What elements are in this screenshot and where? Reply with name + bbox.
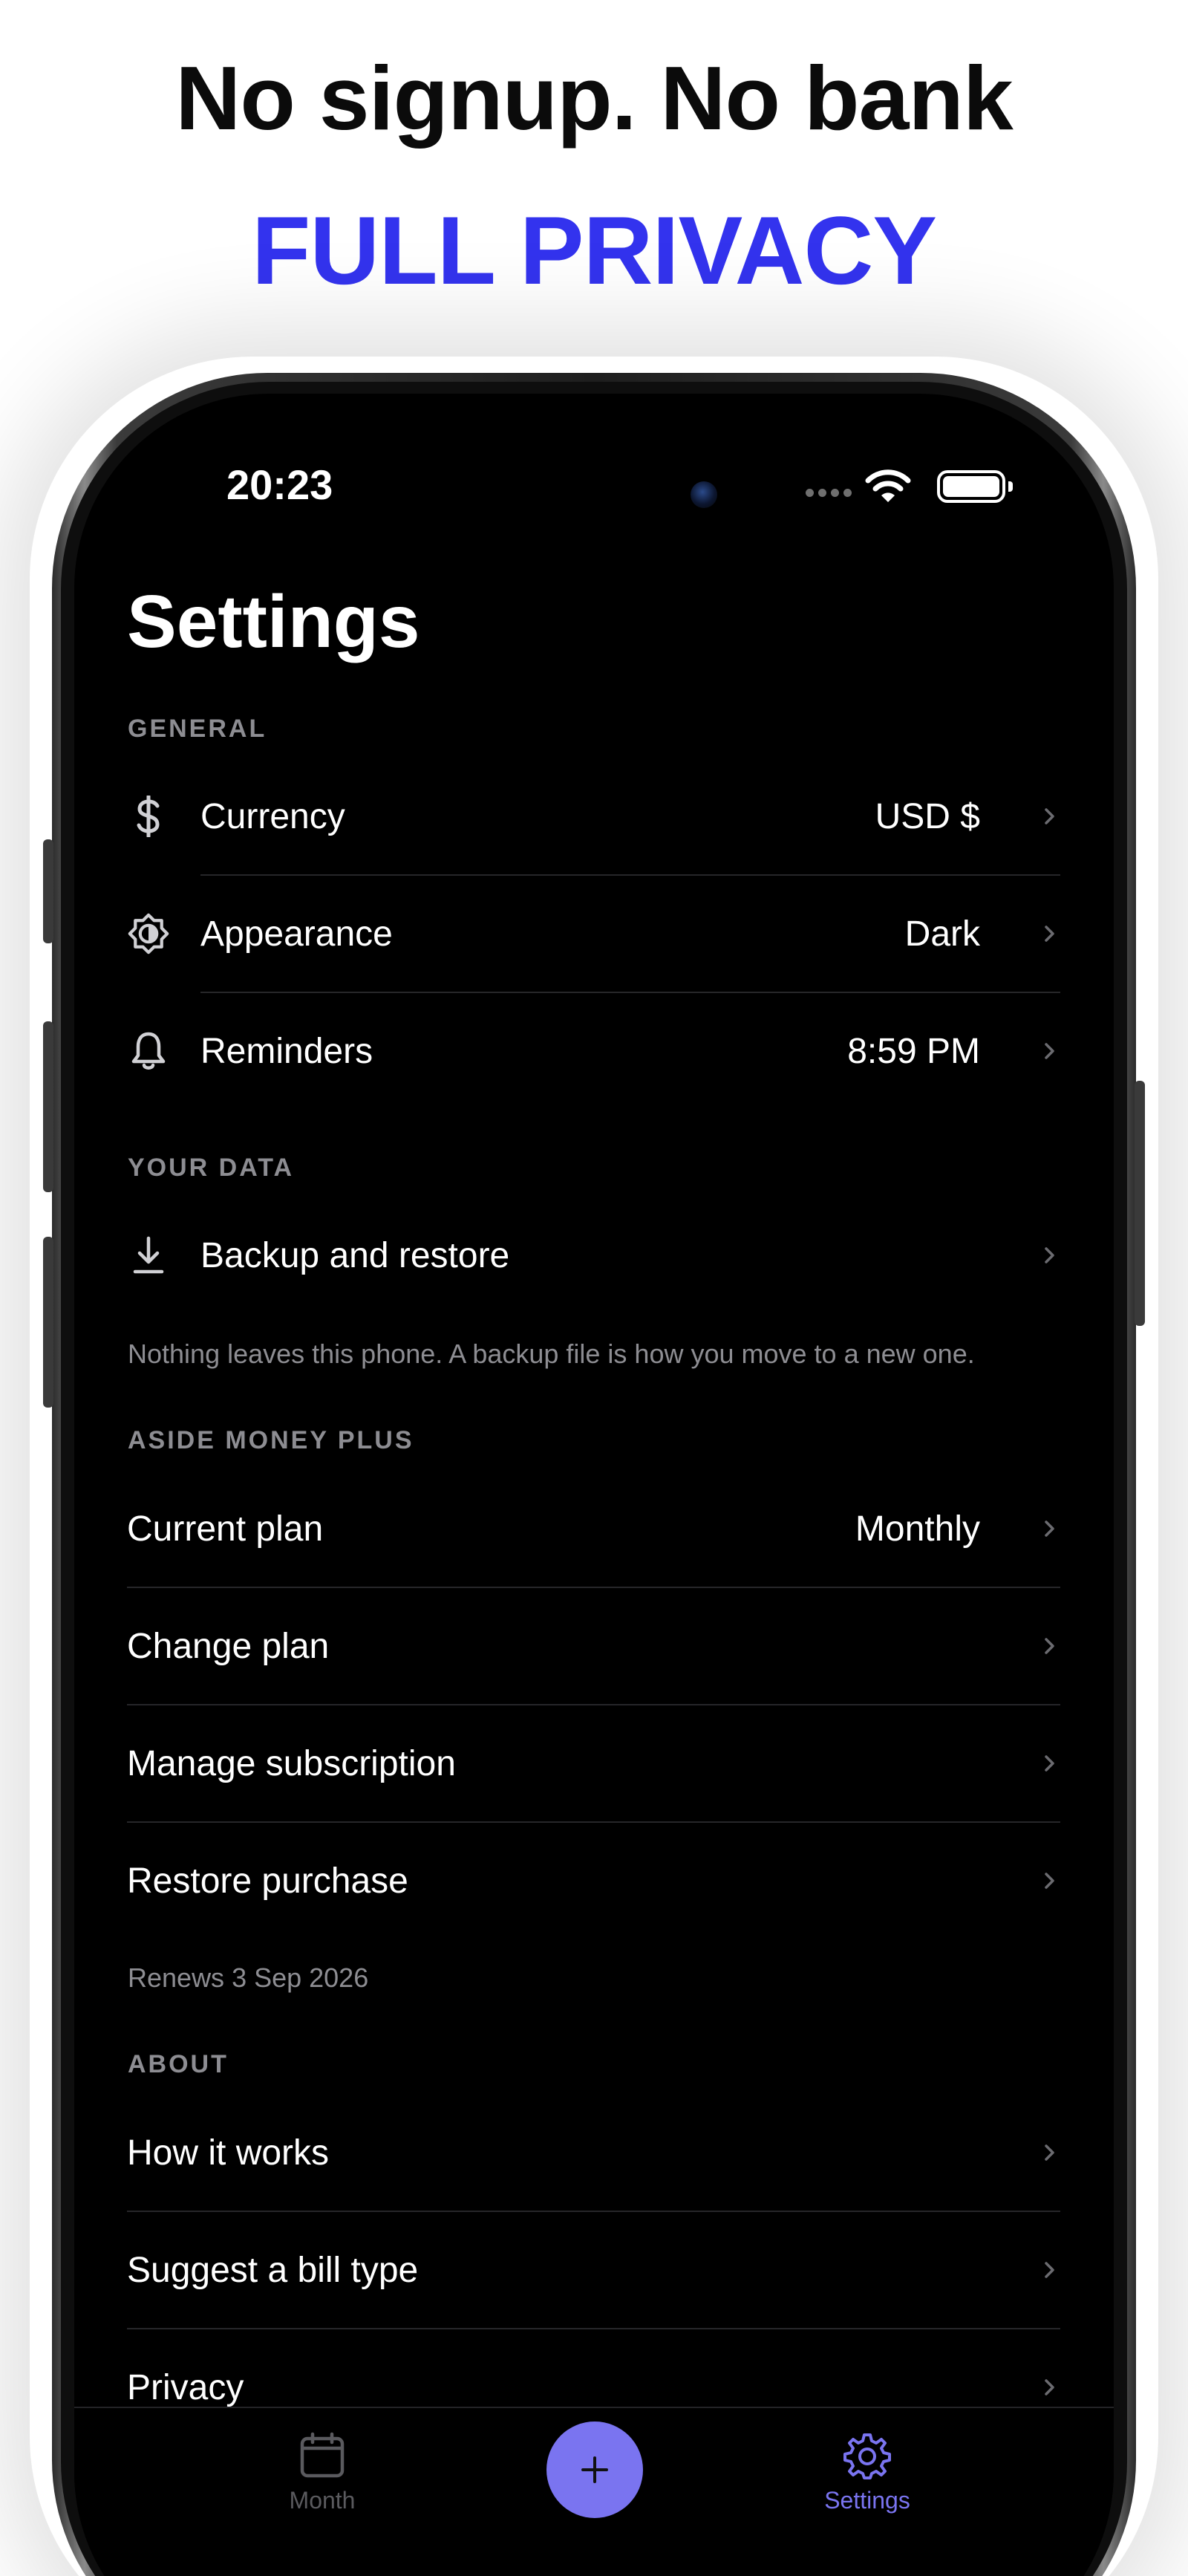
settings-row-current-plan[interactable]: Current plan Monthly bbox=[74, 1470, 1114, 1587]
chevron-right-icon bbox=[1045, 2262, 1054, 2278]
download-icon bbox=[128, 1235, 169, 1276]
renewal-footnote: Renews 3 Sep 2026 bbox=[128, 1962, 369, 1993]
phone-action-button bbox=[43, 839, 53, 943]
tab-month-label: Month bbox=[289, 2487, 356, 2514]
settings-row-backup-restore[interactable]: Backup and restore bbox=[74, 1197, 1114, 1314]
tab-bar-divider bbox=[74, 2407, 1114, 2408]
phone-volume-up-button bbox=[43, 1021, 53, 1192]
front-camera bbox=[691, 481, 717, 508]
tab-settings-label: Settings bbox=[824, 2487, 910, 2514]
chevron-right-icon bbox=[1045, 1520, 1054, 1537]
tab-settings[interactable]: Settings bbox=[786, 2432, 949, 2514]
appearance-value: Dark bbox=[904, 914, 980, 954]
chevron-right-icon bbox=[1045, 1247, 1054, 1263]
currency-label: Currency bbox=[200, 796, 345, 836]
appearance-icon bbox=[128, 913, 169, 954]
chevron-right-icon bbox=[1045, 1638, 1054, 1654]
settings-row-manage-subscription[interactable]: Manage subscription bbox=[74, 1705, 1114, 1822]
current-plan-value: Monthly bbox=[855, 1509, 980, 1549]
marketing-subhead: FULL PRIVACY bbox=[251, 196, 937, 305]
settings-row-how-it-works[interactable]: How it works bbox=[74, 2094, 1114, 2211]
chevron-right-icon bbox=[1045, 2144, 1054, 2161]
dollar-icon bbox=[128, 796, 169, 837]
add-button[interactable] bbox=[546, 2421, 643, 2518]
chevron-right-icon bbox=[1045, 1873, 1054, 1889]
privacy-label: Privacy bbox=[127, 2367, 244, 2407]
phone-screen: 20:23 Settings GENERAL Currency USD $ Ap… bbox=[74, 394, 1114, 2576]
your-data-footnote: Nothing leaves this phone. A backup file… bbox=[128, 1339, 975, 1369]
suggest-bill-type-label: Suggest a bill type bbox=[127, 2250, 419, 2290]
settings-row-suggest-bill-type[interactable]: Suggest a bill type bbox=[74, 2211, 1114, 2329]
reminders-label: Reminders bbox=[200, 1031, 373, 1071]
chevron-right-icon bbox=[1045, 808, 1054, 824]
phone-power-button bbox=[1135, 1081, 1145, 1326]
battery-icon bbox=[937, 470, 1013, 503]
chevron-right-icon bbox=[1045, 1755, 1054, 1772]
settings-row-appearance[interactable]: Appearance Dark bbox=[74, 875, 1114, 992]
tab-bar: Month Settings bbox=[74, 2407, 1114, 2576]
calendar-icon bbox=[300, 2432, 345, 2478]
settings-row-reminders[interactable]: Reminders 8:59 PM bbox=[74, 992, 1114, 1110]
restore-purchase-label: Restore purchase bbox=[127, 1861, 408, 1901]
chevron-right-icon bbox=[1045, 2379, 1054, 2396]
page-title: Settings bbox=[127, 580, 420, 663]
reminders-value: 8:59 PM bbox=[847, 1031, 980, 1071]
section-header-about: ABOUT bbox=[128, 2050, 229, 2078]
section-header-your-data: YOUR DATA bbox=[128, 1154, 295, 1182]
plus-icon bbox=[581, 2456, 608, 2483]
marketing-headline: No signup. No bank bbox=[175, 48, 1013, 149]
section-header-aside-money-plus: ASIDE MONEY PLUS bbox=[128, 1426, 414, 1454]
manage-subscription-label: Manage subscription bbox=[127, 1743, 456, 1783]
gear-icon bbox=[843, 2433, 891, 2479]
backup-restore-label: Backup and restore bbox=[200, 1235, 510, 1275]
settings-row-restore-purchase[interactable]: Restore purchase bbox=[74, 1822, 1114, 1939]
bell-icon bbox=[128, 1030, 169, 1072]
how-it-works-label: How it works bbox=[127, 2133, 330, 2173]
status-time: 20:23 bbox=[226, 461, 333, 508]
settings-row-currency[interactable]: Currency USD $ bbox=[74, 758, 1114, 875]
change-plan-label: Change plan bbox=[127, 1626, 330, 1666]
phone-volume-down-button bbox=[43, 1237, 53, 1408]
settings-row-change-plan[interactable]: Change plan bbox=[74, 1587, 1114, 1705]
chevron-right-icon bbox=[1045, 1043, 1054, 1059]
currency-value: USD $ bbox=[875, 796, 980, 836]
tab-month[interactable]: Month bbox=[241, 2432, 404, 2514]
appearance-label: Appearance bbox=[200, 914, 393, 954]
cellular-signal-icon bbox=[806, 489, 852, 497]
wifi-icon bbox=[865, 469, 911, 502]
chevron-right-icon bbox=[1045, 926, 1054, 942]
current-plan-label: Current plan bbox=[127, 1509, 324, 1549]
section-header-general: GENERAL bbox=[128, 715, 267, 743]
